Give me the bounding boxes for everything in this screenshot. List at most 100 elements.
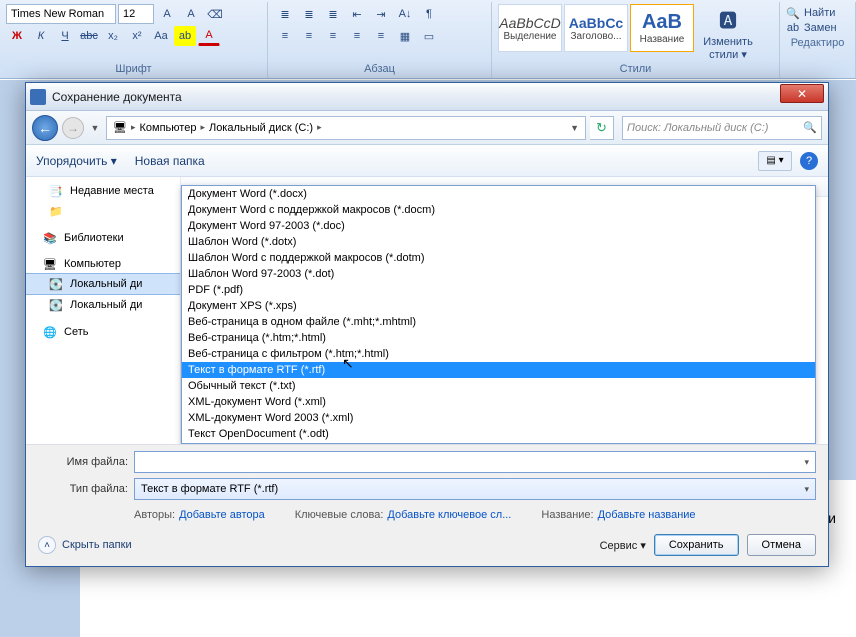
- bold-button[interactable]: Ж: [6, 26, 28, 46]
- clear-formatting-button[interactable]: ⌫: [204, 4, 226, 24]
- cancel-button[interactable]: Отмена: [747, 534, 816, 556]
- grow-font-button[interactable]: A: [156, 4, 178, 24]
- filetype-option[interactable]: PDF (*.pdf): [182, 282, 815, 298]
- highlight-button[interactable]: ab: [174, 26, 196, 46]
- filetype-option[interactable]: XML-документ Word 2003 (*.xml): [182, 410, 815, 426]
- place-computer[interactable]: 🖥Компьютер: [26, 247, 180, 273]
- multilevel-button[interactable]: ≣: [322, 4, 344, 24]
- place-libraries[interactable]: 📚Библиотеки: [26, 221, 180, 247]
- filetype-option[interactable]: Обычный текст (*.txt): [182, 378, 815, 394]
- dialog-bottom: Имя файла: ▾ Тип файла: Текст в формате …: [26, 444, 828, 566]
- disk-icon: 💽: [48, 277, 64, 291]
- breadcrumb[interactable]: 🖥 ▸ Компьютер ▸ Локальный диск (C:) ▸ ▼: [106, 116, 586, 140]
- filetype-option[interactable]: Works 6.0 - 9.0 (*.wps): [182, 442, 815, 444]
- breadcrumb-seg-1[interactable]: Локальный диск (C:): [205, 122, 317, 134]
- indent-button[interactable]: ⇥: [370, 4, 392, 24]
- change-styles-button[interactable]: 🅰 Изменить стили ▾: [696, 4, 760, 61]
- replace-icon: ab: [786, 21, 800, 35]
- font-color-button[interactable]: A: [198, 26, 220, 46]
- meta-authors[interactable]: Авторы:Добавьте автора: [134, 509, 265, 521]
- superscript-button[interactable]: x²: [126, 26, 148, 46]
- nav-history-dropdown[interactable]: ▼: [88, 117, 102, 139]
- filetype-option[interactable]: Документ XPS (*.xps): [182, 298, 815, 314]
- replace-button[interactable]: abЗамен: [786, 21, 849, 35]
- styles-group-label: Стили: [498, 61, 773, 78]
- place-network[interactable]: 🌐Сеть: [26, 315, 180, 341]
- align-justify-button[interactable]: ≡: [346, 26, 368, 46]
- shrink-font-button[interactable]: A: [180, 4, 202, 24]
- filetype-label: Тип файла:: [38, 483, 128, 495]
- change-case-button[interactable]: Aa: [150, 26, 172, 46]
- place-folder[interactable]: 📁: [26, 201, 180, 221]
- font-name-combo[interactable]: [6, 4, 116, 24]
- filetype-option[interactable]: Документ Word с поддержкой макросов (*.d…: [182, 202, 815, 218]
- libraries-icon: 📚: [42, 231, 58, 245]
- strike-button[interactable]: abc: [78, 26, 100, 46]
- filetype-dropdown[interactable]: Документ Word (*.docx)Документ Word с по…: [181, 185, 816, 444]
- filetype-option[interactable]: Веб-страница с фильтром (*.htm;*.html): [182, 346, 815, 362]
- filetype-option[interactable]: Шаблон Word с поддержкой макросов (*.dot…: [182, 250, 815, 266]
- numbering-button[interactable]: ≣: [298, 4, 320, 24]
- filetype-combo[interactable]: Текст в формате RTF (*.rtf)▾: [134, 478, 816, 500]
- font-group-label: Шрифт: [6, 61, 261, 78]
- service-button[interactable]: Сервис ▾: [600, 539, 646, 552]
- cursor-icon: ↖: [342, 355, 354, 372]
- style-tile-0[interactable]: AaBbCcD Выделение: [498, 4, 562, 52]
- meta-title[interactable]: Название:Добавьте название: [541, 509, 695, 521]
- nav-back-button[interactable]: ←: [32, 115, 58, 141]
- network-icon: 🌐: [42, 325, 58, 339]
- borders-button[interactable]: ▭: [418, 26, 440, 46]
- filetype-option[interactable]: Шаблон Word 97-2003 (*.dot): [182, 266, 815, 282]
- place-disk-d[interactable]: 💽Локальный ди: [26, 295, 180, 315]
- italic-button[interactable]: К: [30, 26, 52, 46]
- search-placeholder: Поиск: Локальный диск (C:): [627, 122, 768, 134]
- style-tile-1[interactable]: AaBbCc Заголово...: [564, 4, 628, 52]
- view-mode-button[interactable]: ▤ ▾: [758, 151, 792, 171]
- find-button[interactable]: 🔍Найти: [786, 6, 849, 20]
- refresh-button[interactable]: ↻: [590, 116, 614, 140]
- paragraph-group-label: Абзац: [274, 61, 485, 78]
- filetype-option[interactable]: Веб-страница (*.htm;*.html): [182, 330, 815, 346]
- filetype-option[interactable]: Документ Word 97-2003 (*.doc): [182, 218, 815, 234]
- filetype-option[interactable]: Текст OpenDocument (*.odt): [182, 426, 815, 442]
- align-right-button[interactable]: ≡: [322, 26, 344, 46]
- underline-button[interactable]: Ч: [54, 26, 76, 46]
- filetype-option[interactable]: XML-документ Word (*.xml): [182, 394, 815, 410]
- filetype-option[interactable]: Текст в формате RTF (*.rtf): [182, 362, 815, 378]
- subscript-button[interactable]: x₂: [102, 26, 124, 46]
- align-left-button[interactable]: ≡: [274, 26, 296, 46]
- filetype-option[interactable]: Шаблон Word (*.dotx): [182, 234, 815, 250]
- place-disk-c[interactable]: 💽Локальный ди: [26, 273, 180, 295]
- close-button[interactable]: ✕: [780, 84, 824, 103]
- sort-button[interactable]: A↓: [394, 4, 416, 24]
- filetype-option[interactable]: Веб-страница в одном файле (*.mht;*.mhtm…: [182, 314, 815, 330]
- style-tile-2[interactable]: AaB Название: [630, 4, 694, 52]
- shading-button[interactable]: ▦: [394, 26, 416, 46]
- ribbon: A A ⌫ Ж К Ч abc x₂ x² Aa ab A Шрифт ≣ ≣: [0, 0, 856, 79]
- font-size-combo[interactable]: [118, 4, 154, 24]
- help-button[interactable]: ?: [800, 152, 818, 170]
- new-folder-button[interactable]: Новая папка: [135, 154, 205, 168]
- align-center-button[interactable]: ≡: [298, 26, 320, 46]
- line-spacing-button[interactable]: ≡: [370, 26, 392, 46]
- place-recent[interactable]: 📑Недавние места: [26, 181, 180, 201]
- chevron-down-icon: ▾: [804, 484, 809, 495]
- recent-icon: 📑: [48, 184, 64, 198]
- computer-icon: 🖥: [42, 257, 58, 271]
- breadcrumb-seg-0[interactable]: Компьютер: [136, 122, 201, 134]
- style-sample: AaB: [642, 11, 682, 34]
- bullets-button[interactable]: ≣: [274, 4, 296, 24]
- filetype-option[interactable]: Документ Word (*.docx): [182, 186, 815, 202]
- search-input[interactable]: Поиск: Локальный диск (C:) 🔍: [622, 116, 822, 140]
- ribbon-group-font: A A ⌫ Ж К Ч abc x₂ x² Aa ab A Шрифт: [0, 2, 268, 78]
- save-button[interactable]: Сохранить: [654, 534, 739, 556]
- change-styles-icon: 🅰: [712, 4, 744, 36]
- organize-button[interactable]: Упорядочить ▾: [36, 154, 117, 168]
- filename-input[interactable]: ▾: [134, 451, 816, 473]
- places-pane: 📑Недавние места 📁 📚Библиотеки 🖥Компьютер…: [26, 177, 181, 444]
- meta-keywords[interactable]: Ключевые слова:Добавьте ключевое сл...: [295, 509, 512, 521]
- outdent-button[interactable]: ⇤: [346, 4, 368, 24]
- nav-forward-button[interactable]: →: [62, 117, 84, 139]
- show-marks-button[interactable]: ¶: [418, 4, 440, 24]
- hide-folders-button[interactable]: ˄Скрыть папки: [38, 536, 132, 554]
